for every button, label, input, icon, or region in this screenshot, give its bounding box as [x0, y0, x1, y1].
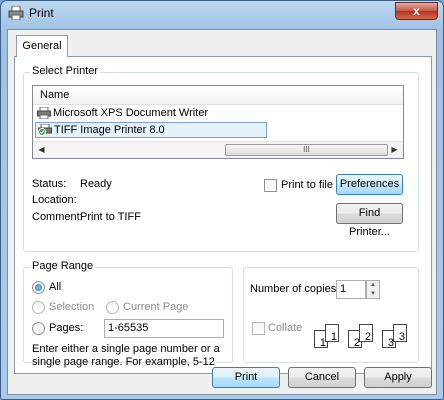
print-to-file-checkbox[interactable] [264, 179, 277, 192]
horizontal-scrollbar[interactable]: ◀ III ▶ [33, 141, 403, 158]
printer-icon [8, 6, 24, 20]
tab-general[interactable]: General [16, 35, 68, 57]
copies-label: Number of copies: [250, 283, 340, 295]
spin-up-icon[interactable]: ▲ [367, 281, 379, 290]
selection-label[interactable]: Selection [49, 301, 94, 313]
current-page-radio[interactable] [106, 301, 119, 314]
location-label: Location: [32, 194, 77, 206]
printer-name: Microsoft XPS Document Writer [53, 107, 209, 119]
page-range-hint: Enter either a single page number or a s… [32, 343, 220, 368]
page-range-label: Page Range [30, 260, 96, 272]
printer-item-tiff[interactable]: TIFF Image Printer 8.0 [35, 122, 267, 138]
copies-input[interactable]: 1 [336, 280, 366, 299]
page-range-group: Page Range All Selection Current Page Pa… [23, 260, 233, 368]
print-to-file-label[interactable]: Print to file [281, 179, 333, 191]
column-header-name[interactable]: Name [33, 86, 403, 105]
comment-value: Print to TIFF [80, 211, 141, 223]
printer-item-xps[interactable]: Microsoft XPS Document Writer [35, 106, 265, 122]
collate-label[interactable]: Collate [268, 322, 302, 334]
collate-checkbox[interactable] [252, 322, 265, 335]
scroll-left-icon[interactable]: ◀ [33, 142, 50, 158]
collate-page: 3 [393, 324, 407, 343]
printer-icon [37, 107, 51, 119]
print-dialog: Print x General Select Printer Name Micr… [0, 0, 444, 400]
pages-input[interactable]: 1-65535 [104, 319, 224, 338]
collate-pages-icon: 1 1 2 2 3 3 [314, 320, 414, 356]
copies-spinner[interactable]: ▲ ▼ [366, 280, 380, 299]
comment-label: Comment: [32, 211, 83, 223]
pages-radio[interactable] [32, 322, 45, 335]
select-printer-label: Select Printer [30, 65, 101, 77]
all-label[interactable]: All [49, 281, 61, 293]
close-button[interactable]: x [395, 2, 438, 20]
selection-radio[interactable] [32, 301, 45, 314]
status-value: Ready [80, 178, 112, 190]
collate-page: 2 [359, 324, 373, 343]
spin-down-icon[interactable]: ▼ [367, 290, 379, 299]
scroll-thumb[interactable]: III [225, 144, 388, 156]
dialog-body: General Select Printer Name Microsoft XP… [7, 29, 437, 395]
printer-list[interactable]: Name Microsoft XPS Document Writer TIFF … [32, 85, 404, 159]
apply-button[interactable]: Apply [364, 367, 432, 388]
print-button[interactable]: Print [212, 367, 280, 388]
window-title: Print [29, 6, 54, 20]
find-printer-button[interactable]: Find Printer... [336, 203, 403, 238]
collate-page: 1 [325, 324, 339, 343]
pages-label[interactable]: Pages: [49, 322, 83, 334]
title-bar: Print x [1, 1, 443, 27]
copies-group: Number of copies: 1 ▲ ▼ Collate 1 1 2 2 … [243, 267, 419, 363]
tab-panel-general: Select Printer Name Microsoft XPS Docume… [14, 56, 432, 374]
select-printer-group: Select Printer Name Microsoft XPS Docume… [23, 65, 419, 252]
scroll-right-icon[interactable]: ▶ [386, 142, 403, 158]
current-page-label[interactable]: Current Page [123, 301, 188, 313]
printer-name: TIFF Image Printer 8.0 [54, 124, 165, 136]
cancel-button[interactable]: Cancel [288, 367, 356, 388]
all-radio[interactable] [32, 281, 45, 294]
printer-default-icon [38, 124, 52, 136]
status-label: Status: [32, 178, 67, 190]
preferences-button[interactable]: Preferences [336, 174, 403, 195]
